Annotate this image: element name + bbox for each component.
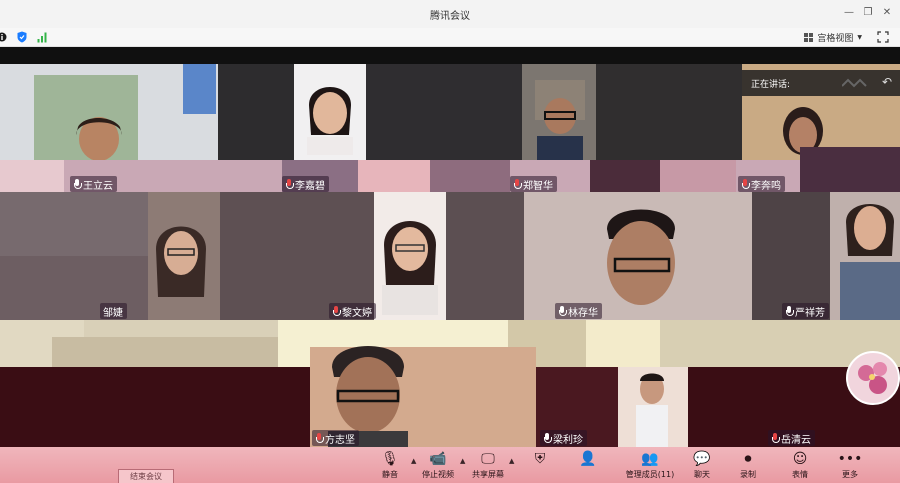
- chevron-up-icon[interactable]: ▲: [460, 457, 465, 465]
- active-speaker-bar: 正在讲话: ↶: [742, 70, 900, 96]
- window-title: 腾讯会议: [430, 11, 470, 22]
- meeting-toolbar: 宫格视图 ▼: [0, 28, 900, 47]
- floating-avatar[interactable]: [846, 351, 900, 405]
- camera-icon: 📹: [429, 451, 447, 467]
- view-mode-dropdown[interactable]: 宫格视图 ▼: [804, 30, 862, 45]
- view-mode-label: 宫格视图: [817, 34, 854, 44]
- participant-name-tag: 严祥芳: [782, 303, 829, 319]
- mic-icon: [785, 305, 794, 317]
- record-icon: ⏺: [744, 451, 752, 467]
- participant-name-tag: 黎文婷: [329, 303, 376, 319]
- meeting-window: 腾讯会议 — ❐ ✕ 宫格视图 ▼ 正在讲话: ↶ 王立云 李嘉碧 郑智华 李奔…: [0, 0, 900, 483]
- shield-icon[interactable]: [17, 31, 27, 43]
- signal-icon: [37, 32, 47, 43]
- orchid-icon: [858, 362, 887, 394]
- video-tile-person[interactable]: [301, 75, 359, 155]
- share-screen-icon: 🖵: [481, 451, 495, 467]
- mic-muted-icon: [285, 178, 294, 190]
- audio-wave-icon: [842, 78, 867, 88]
- title-bar: 腾讯会议 — ❐ ✕: [0, 0, 900, 28]
- video-tile-person[interactable]: [840, 192, 900, 320]
- more-button[interactable]: ••• 更多: [828, 450, 872, 480]
- video-tile-person[interactable]: [150, 209, 212, 309]
- emoji-button[interactable]: ☺ 表情: [778, 450, 822, 480]
- end-meeting-button[interactable]: 结束会议: [118, 469, 174, 483]
- mic-muted-icon: [513, 178, 522, 190]
- share-screen-button[interactable]: 🖵 共享屏幕: [466, 450, 510, 480]
- participant-name-tag: 王立云: [70, 176, 117, 192]
- participant-name-tag: 郑智华: [510, 176, 557, 192]
- chevron-up-icon[interactable]: ▲: [509, 457, 514, 465]
- security-button[interactable]: ⛨: [518, 450, 562, 469]
- undo-icon[interactable]: ↶: [882, 75, 892, 89]
- security-icon: ⛨: [534, 451, 546, 467]
- record-button[interactable]: ⏺ 录制: [726, 450, 770, 480]
- video-tile-person[interactable]: [62, 113, 132, 161]
- manage-members-button[interactable]: 👥 管理成员(11): [620, 450, 680, 480]
- members-icon: 👥: [641, 451, 659, 467]
- more-icon: •••: [837, 451, 863, 467]
- invite-button[interactable]: 👤: [566, 450, 610, 469]
- mic-icon: 🎙: [381, 451, 399, 467]
- control-bar: 结束会议 🎙 静音 ▲ 📹 停止视频 ▲ 🖵 共享屏幕 ▲ ⛨ 👤 👥 管理成员…: [0, 447, 900, 483]
- mute-button[interactable]: 🎙 静音: [368, 450, 412, 480]
- mic-muted-icon: [332, 305, 341, 317]
- info-icon[interactable]: [0, 31, 7, 43]
- chat-button[interactable]: 💬 聊天: [680, 450, 724, 480]
- mic-icon: [73, 178, 82, 190]
- participant-name-tag: 邹婕: [100, 303, 127, 319]
- chat-icon: 💬: [693, 451, 711, 467]
- wall-poster: [183, 64, 216, 114]
- fullscreen-icon[interactable]: [877, 31, 889, 43]
- participant-name-tag: 方志坚: [312, 430, 359, 446]
- emoji-icon: ☺: [792, 451, 808, 467]
- mic-icon: [543, 432, 552, 444]
- participant-name-tag: 岳清云: [768, 430, 815, 446]
- video-tile-person[interactable]: [624, 369, 680, 447]
- mic-muted-icon: [771, 432, 780, 444]
- video-gallery: 正在讲话: ↶ 王立云 李嘉碧 郑智华 李奔鸣 邹婕 黎文婷 林存华 严祥芳 方…: [0, 47, 900, 447]
- video-tile-person[interactable]: [376, 205, 444, 315]
- video-tile-person[interactable]: [585, 199, 695, 320]
- participant-name-tag: 李嘉碧: [282, 176, 329, 192]
- restore-icon[interactable]: ❐: [861, 6, 875, 20]
- chevron-down-icon: ▼: [857, 34, 862, 41]
- mic-icon: [558, 305, 567, 317]
- grid-view-icon: [804, 33, 814, 42]
- speaking-label: 正在讲话:: [751, 79, 791, 90]
- stop-video-button[interactable]: 📹 停止视频: [416, 450, 460, 480]
- minimize-icon[interactable]: —: [842, 6, 856, 20]
- participant-name-tag: 梁利珍: [540, 430, 587, 446]
- invite-icon: 👤: [579, 451, 597, 467]
- mic-muted-icon: [315, 432, 324, 444]
- participant-name-tag: 李奔鸣: [738, 176, 785, 192]
- participant-name-tag: 林存华: [555, 303, 602, 319]
- video-tile-person[interactable]: [535, 80, 585, 160]
- close-icon[interactable]: ✕: [880, 6, 894, 20]
- mic-muted-icon: [741, 178, 750, 190]
